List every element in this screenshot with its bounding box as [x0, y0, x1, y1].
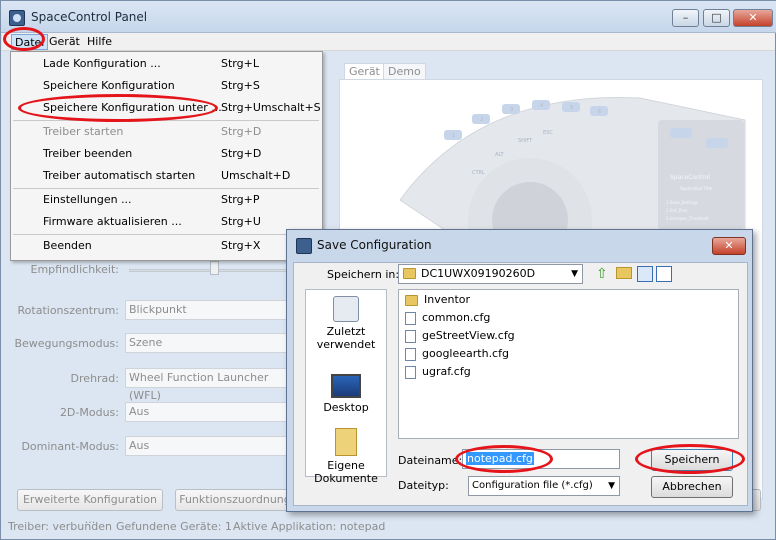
svg-text:1: 1	[452, 133, 455, 139]
status-active-app: Aktive Applikation: notepad	[233, 520, 386, 533]
device-screen-line: 2 Set_Zero	[666, 208, 688, 213]
menu-item-exit[interactable]: Beenden Strg+X	[11, 235, 322, 257]
status-driver: Treiber: verbunden	[8, 520, 112, 533]
mode-2d-label: 2D-Modus:	[59, 406, 119, 419]
title-bar[interactable]: SpaceControl Panel – □ ✕	[1, 1, 776, 33]
dialog-close-button[interactable]: ✕	[712, 237, 746, 255]
highlight-oval-save-button	[635, 444, 745, 474]
maximize-button[interactable]: □	[703, 9, 730, 27]
menu-item-load-config[interactable]: Lade Konfiguration ... Strg+L	[11, 53, 322, 75]
save-in-select[interactable]: DC1UWX09190260D ▼	[398, 264, 583, 284]
svg-text:4: 4	[540, 103, 543, 109]
close-icon: ✕	[724, 239, 734, 252]
menu-item-settings[interactable]: Einstellungen ... Strg+P	[11, 189, 322, 211]
window-title: SpaceControl Panel	[31, 10, 148, 24]
highlight-oval-save-as	[18, 94, 218, 122]
menu-item-autostart-driver[interactable]: Treiber automatisch starten Umschalt+D	[11, 165, 322, 187]
list-item[interactable]: googleearth.cfg	[405, 345, 509, 362]
folder-icon	[405, 294, 418, 306]
svg-text:5: 5	[570, 105, 573, 111]
rotation-center-select[interactable]: Blickpunkt	[125, 300, 290, 320]
places-bar: Zuletzt verwendet Desktop Eigene Dokumen…	[305, 289, 387, 485]
filetype-label: Dateityp:	[398, 479, 449, 492]
highlight-oval-datei	[3, 27, 45, 51]
menu-bar: Datei Gerät Hilfe	[2, 33, 775, 51]
function-mapping-button[interactable]: Funktionszuordnung	[175, 489, 295, 511]
minimize-icon: –	[682, 11, 689, 24]
dominant-mode-select[interactable]: Aus	[125, 436, 290, 456]
motion-mode-label: Bewegungsmodus:	[14, 337, 119, 350]
maximize-icon: □	[711, 11, 722, 24]
device-screen-line: 1 Save_Settings	[666, 200, 698, 205]
svg-text:ALT: ALT	[495, 152, 505, 158]
up-folder-icon[interactable]: ⇧	[596, 266, 612, 282]
menu-item-stop-driver[interactable]: Treiber beenden Strg+D	[11, 143, 322, 165]
tab-demo[interactable]: Demo	[383, 63, 426, 80]
svg-text:2: 2	[480, 117, 483, 123]
list-item[interactable]: common.cfg	[405, 309, 490, 326]
file-menu-dropdown: Lade Konfiguration ... Strg+L Speichere K…	[10, 51, 323, 261]
device-screen-line: 3 Increase_Threshold	[666, 216, 709, 221]
file-icon	[405, 329, 416, 343]
sensitivity-label: Empfindlichkeit:	[30, 263, 119, 276]
details-view-icon[interactable]	[656, 266, 672, 282]
highlight-oval-filename	[455, 445, 553, 473]
menu-item-save-config[interactable]: Speichere Konfiguration Strg+S	[11, 75, 322, 97]
file-list[interactable]: Inventor common.cfg geStreetView.cfg goo…	[398, 289, 739, 439]
close-button[interactable]: ✕	[733, 9, 773, 27]
cancel-button[interactable]: Abbrechen	[651, 476, 733, 498]
folder-icon	[403, 268, 416, 279]
save-in-label: Speichern in:	[327, 268, 400, 281]
filetype-select[interactable]: Configuration file (*.cfg) ▼	[468, 476, 620, 496]
place-desktop[interactable]: Desktop	[306, 374, 386, 414]
menu-item-update-firmware[interactable]: Firmware aktualisieren ... Strg+U	[11, 211, 322, 233]
svg-text:3: 3	[510, 107, 513, 113]
menu-item-start-driver[interactable]: Treiber starten Strg+D	[11, 121, 322, 143]
place-recent[interactable]: Zuletzt verwendet	[306, 296, 386, 351]
device-brand: SpaceControl	[670, 174, 710, 181]
wheel-label: Drehrad:	[70, 372, 119, 385]
filename-label: Dateiname:	[398, 454, 463, 467]
mode-2d-select[interactable]: Aus	[125, 402, 290, 422]
list-item[interactable]: Inventor	[405, 291, 470, 308]
chevron-down-icon: ▼	[571, 269, 578, 279]
status-devices: Gefundene Geräte: 1	[116, 520, 232, 533]
sensitivity-slider[interactable]	[129, 269, 289, 272]
place-documents[interactable]: Eigene Dokumente	[306, 428, 386, 485]
svg-text:SHIFT: SHIFT	[518, 138, 533, 144]
svg-text:6: 6	[598, 109, 601, 115]
sensitivity-slider-thumb[interactable]	[210, 261, 219, 275]
svg-text:CTRL: CTRL	[472, 170, 485, 176]
documents-folder-icon	[335, 428, 357, 456]
advanced-config-button[interactable]: Erweiterte Konfiguration ...	[17, 489, 163, 526]
rotation-center-label: Rotationszentrum:	[17, 304, 119, 317]
file-icon	[405, 311, 416, 325]
view-menu-icon[interactable]	[637, 266, 653, 282]
dialog-app-icon	[296, 238, 312, 254]
chevron-down-icon: ▼	[608, 481, 615, 491]
menu-geraet[interactable]: Gerät	[46, 34, 83, 50]
new-folder-icon[interactable]	[616, 267, 632, 279]
tab-geraet[interactable]: Gerät	[344, 63, 385, 80]
device-screen-title: Application Title	[680, 186, 713, 191]
file-icon	[405, 347, 416, 361]
svg-text:ESC: ESC	[543, 130, 553, 136]
dialog-title: Save Configuration	[317, 238, 432, 252]
list-item[interactable]: ugraf.cfg	[405, 363, 471, 380]
close-icon: ✕	[748, 11, 758, 24]
menu-hilfe[interactable]: Hilfe	[84, 34, 115, 50]
wheel-select[interactable]: Wheel Function Launcher (WFL)	[125, 368, 290, 402]
status-bar: Treiber: verbunden Gefundene Geräte: 1 A…	[2, 517, 775, 539]
file-icon	[405, 365, 416, 379]
motion-mode-select[interactable]: Szene	[125, 333, 290, 353]
dominant-mode-label: Dominant-Modus:	[21, 440, 119, 453]
app-icon	[9, 10, 25, 26]
list-item[interactable]: geStreetView.cfg	[405, 327, 515, 344]
desktop-icon	[331, 374, 361, 398]
minimize-button[interactable]: –	[672, 9, 699, 27]
recent-icon	[333, 296, 359, 322]
